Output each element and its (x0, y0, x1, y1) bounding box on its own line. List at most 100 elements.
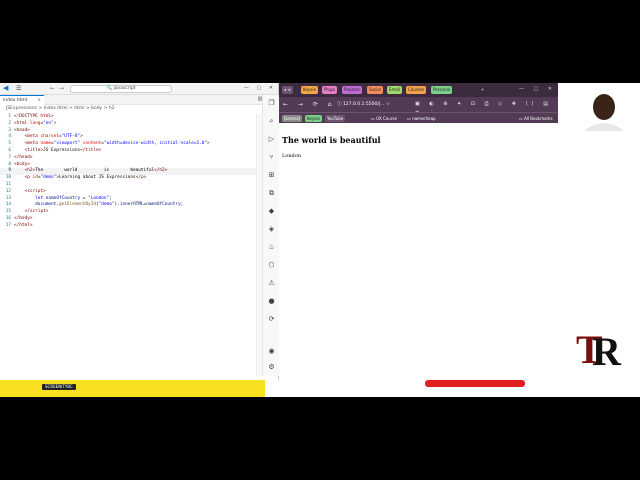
tab-group-projects[interactable]: Projects (342, 86, 362, 94)
bookmarks-bar: General Keysie YouTube ▭ UX Course ▭ nam… (279, 112, 558, 123)
window-controls[interactable]: — ▢ ✕ (244, 84, 276, 93)
code-text: <title>JS Expressions</title> (24, 147, 102, 153)
refresh-icon[interactable]: ⟳ (267, 315, 276, 324)
code-text: <meta charset="UTF-8"> (24, 134, 83, 140)
command-search-input[interactable]: 🔍 javascript (70, 85, 172, 93)
code-text: <!DOCTYPE html> (14, 114, 54, 119)
url-text: 127.0.0.1:5500/J... (342, 102, 385, 107)
code-text: <body> (14, 161, 30, 167)
code-line[interactable]: 1 <!DOCTYPE html> (0, 114, 256, 121)
remote-icon[interactable]: ⧉ (267, 189, 276, 198)
new-tab-icon[interactable]: + (479, 86, 486, 94)
line-number: 3 (8, 127, 11, 133)
code-line[interactable]: 16 </body> (0, 216, 256, 223)
webcam-overlay (558, 83, 640, 131)
line-number: 11 (5, 181, 11, 187)
code-line[interactable]: 11 (0, 182, 256, 189)
hamburger-menu-icon[interactable]: ☰ (16, 85, 21, 92)
bookmark-group-keysie[interactable]: Keysie (305, 115, 322, 122)
editor-tabs: index.html × ▥ ⋯ (0, 95, 278, 105)
code-line[interactable]: 10 <p id="demo">Learning about JS Expres… (0, 175, 256, 182)
code-text: </head> (14, 154, 33, 160)
line-number: 2 (8, 120, 11, 126)
tab-group-courses[interactable]: Courses (406, 86, 427, 94)
recording-bar: SCREENITYBC (0, 380, 265, 397)
line-number: 8 (8, 161, 11, 167)
presenter-image (584, 94, 624, 131)
browser-nav-icons[interactable]: ← → ⟳ ⌂ (283, 101, 336, 108)
command-search-text: javascript (113, 86, 136, 91)
tab-group-keysie[interactable]: Keysie (301, 86, 318, 94)
address-bar[interactable]: ⓘ 127.0.0.1:5500/J... ☆ (337, 100, 407, 109)
code-line[interactable]: 15 </script> (0, 209, 256, 216)
code-line[interactable]: 7 </head> (0, 155, 256, 162)
code-line[interactable]: 2 <html lang="en"> (0, 121, 256, 128)
line-number: 6 (8, 147, 11, 153)
explorer-icon[interactable]: ❐ (267, 99, 276, 108)
code-text: </html> (14, 222, 33, 228)
close-tab-icon[interactable]: × (37, 96, 41, 105)
svg-text:R: R (592, 329, 622, 374)
github-icon[interactable]: ● (267, 297, 276, 306)
live-share-icon[interactable]: ⬡ (267, 261, 276, 270)
bookmark-ux-course[interactable]: ▭ UX Course (369, 115, 399, 122)
tab-group-phigo[interactable]: Phigo (322, 86, 338, 94)
bookmark-group-youtube[interactable]: YouTube (325, 115, 346, 122)
line-number: 15 (5, 209, 11, 215)
bookmark-namecheap[interactable]: ▭ namecheap (405, 115, 438, 122)
breadcrumb[interactable]: JSExpressions > index.html > html > body… (0, 105, 278, 113)
code-text: let nameOfCountry = "London"; (35, 195, 112, 201)
code-text: <p id="demo">Learning about JS Expressio… (24, 175, 147, 181)
tab-menu-icon[interactable]: ◂ ⊲ (282, 86, 293, 94)
code-text: </body> (14, 215, 33, 221)
code-line[interactable]: 12 <script> (0, 189, 256, 196)
code-text: document.getElementById("demo").innerHTM… (35, 202, 184, 208)
screen-frame: ◀ ☰ ←→ 🔍 javascript — ▢ ✕ index.html × ▥… (0, 83, 640, 397)
source-control-icon[interactable]: ⑂ (267, 153, 276, 162)
line-number: 7 (8, 154, 11, 160)
vscode-window: ◀ ☰ ←→ 🔍 javascript — ▢ ✕ index.html × ▥… (0, 83, 279, 397)
code-line[interactable]: 5 <meta name="viewport" content="width=d… (0, 141, 256, 148)
gitkraken-icon[interactable]: ◆ (267, 207, 276, 216)
bookmark-group-general[interactable]: General (282, 115, 302, 122)
code-text: </script> (24, 209, 49, 215)
account-icon[interactable]: ◉ (267, 347, 276, 356)
tab-group-email[interactable]: Email (387, 86, 403, 94)
line-number: 12 (5, 188, 11, 194)
browser-window: ◂ ⊲ Keysie Phigo Projects Social Email C… (279, 83, 558, 380)
line-number: 10 (5, 175, 11, 181)
nav-arrows-icon[interactable]: ←→ (50, 85, 68, 92)
browser-toolbar: ← → ⟳ ⌂ ⓘ 127.0.0.1:5500/J... ☆ ▣ ◐ ⊕ ✦ … (279, 97, 558, 116)
line-number: 1 (8, 114, 11, 119)
browser-window-controls[interactable]: — ▢ ✕ (519, 86, 556, 92)
extensions-icon[interactable]: ⊞ (267, 171, 276, 180)
vscode-titlebar: ◀ ☰ ←→ 🔍 javascript — ▢ ✕ (0, 83, 278, 95)
line-number: 17 (5, 222, 11, 228)
rendered-page: The world is beautiful London (279, 123, 558, 380)
activity-bar: ❐ ⌕ ▷ ⑂ ⊞ ⧉ ◆ ◈ ♨ ⬡ ⚠ ● ⟳ ◉ ⚙ (262, 95, 279, 376)
tab-index-html[interactable]: index.html × (0, 95, 44, 105)
tab-label: index.html (3, 98, 27, 103)
bookmark-ux-course-label: UX Course (376, 116, 397, 121)
flame-icon[interactable]: ♨ (267, 243, 276, 252)
search-icon[interactable]: ⌕ (267, 117, 276, 126)
code-text: <head> (14, 127, 30, 133)
amazon-q-icon[interactable]: ◈ (267, 225, 276, 234)
settings-gear-icon[interactable]: ⚙ (267, 363, 276, 372)
all-bookmarks[interactable]: ▭ All Bookmarks (517, 115, 555, 122)
code-text: <script> (24, 188, 46, 194)
line-number: 4 (8, 134, 11, 140)
progress-bar (425, 380, 525, 387)
code-line[interactable]: 17 </html> (0, 223, 256, 230)
vscode-logo-icon: ◀ (3, 84, 9, 92)
warning-icon[interactable]: ⚠ (267, 279, 276, 288)
code-line[interactable]: 6 <title>JS Expressions</title> (0, 148, 256, 155)
tab-group-personal[interactable]: Personal (431, 86, 453, 94)
tab-group-social[interactable]: Social (367, 86, 383, 94)
code-text: <html lang="en"> (14, 120, 57, 126)
code-editor[interactable]: 1 <!DOCTYPE html> 2 <html lang="en"> 3 <head>… (0, 114, 256, 376)
all-bookmarks-label: All Bookmarks (524, 116, 553, 121)
line-number: 16 (5, 215, 11, 221)
screenity-badge[interactable]: SCREENITYBC (42, 384, 76, 390)
run-debug-icon[interactable]: ▷ (267, 135, 276, 144)
